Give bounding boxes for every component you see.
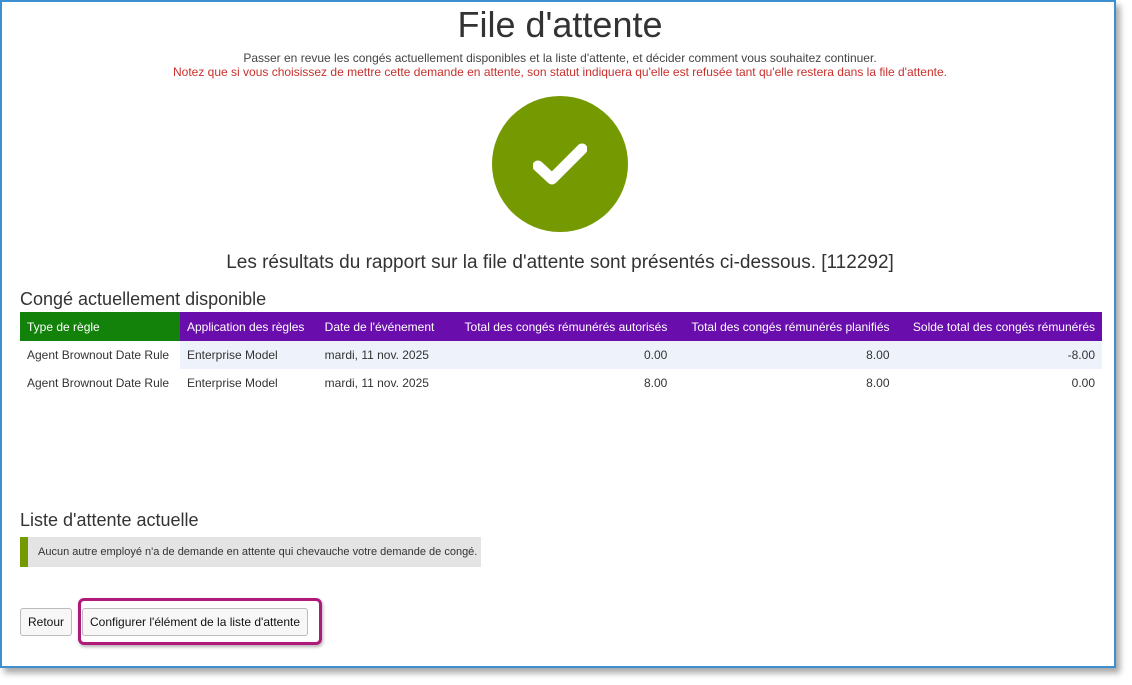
checkmark-icon [533, 143, 587, 185]
table-row: Agent Brownout Date Rule Enterprise Mode… [20, 369, 1102, 397]
cell-rule-application: Enterprise Model [187, 376, 278, 390]
cell-rule-type: Agent Brownout Date Rule [20, 341, 180, 369]
cell-event-date: mardi, 11 nov. 2025 [317, 341, 448, 369]
cell-planned-total: 8.00 [866, 376, 890, 390]
main-window: File d'attente Passer en revue les congé… [0, 0, 1116, 668]
table-row: Agent Brownout Date Rule Enterprise Mode… [20, 341, 1102, 369]
column-header-balance: Solde total des congés rémunérés [896, 312, 1102, 341]
success-status [492, 96, 628, 232]
cell-event-date: mardi, 11 nov. 2025 [324, 376, 429, 390]
page-subtitle: Passer en revue les congés actuellement … [243, 51, 877, 65]
waitlist-notice: Aucun autre employé n'a de demande en at… [20, 537, 481, 567]
column-header-rule-application: Application des règles [180, 312, 318, 341]
cell-authorized-total: 8.00 [643, 376, 668, 390]
back-button[interactable]: Retour [20, 608, 73, 636]
cell-planned-total: 8.00 [674, 341, 897, 369]
table-header-row: Type de règle Application des règles Dat… [20, 312, 1102, 341]
cell-balance: 0.00 [1071, 376, 1095, 390]
column-header-rule-type: Type de règle [20, 312, 180, 341]
column-header-planned-total: Total des congés rémunérés planifiés [674, 312, 897, 341]
cell-rule-application: Enterprise Model [180, 341, 318, 369]
configure-waitlist-button[interactable]: Configurer l'élément de la liste d'atten… [82, 608, 309, 636]
column-header-authorized-total: Total des congés rémunérés autorisés [447, 312, 675, 341]
leave-table: Type de règle Application des règles Dat… [20, 312, 1102, 397]
warning-text: Notez que si vous choisissez de mettre c… [172, 65, 947, 79]
cell-rule-type: Agent Brownout Date Rule [27, 376, 170, 390]
cell-balance: -8.00 [896, 341, 1102, 369]
cell-authorized-total: 0.00 [447, 341, 675, 369]
waitlist-section-title: Liste d'attente actuelle [20, 510, 199, 530]
leave-section-title: Congé actuellement disponible [20, 289, 267, 309]
page-title: File d'attente [457, 4, 663, 45]
column-header-event-date: Date de l'événement [317, 312, 448, 341]
results-heading: Les résultats du rapport sur la file d'a… [226, 252, 894, 273]
